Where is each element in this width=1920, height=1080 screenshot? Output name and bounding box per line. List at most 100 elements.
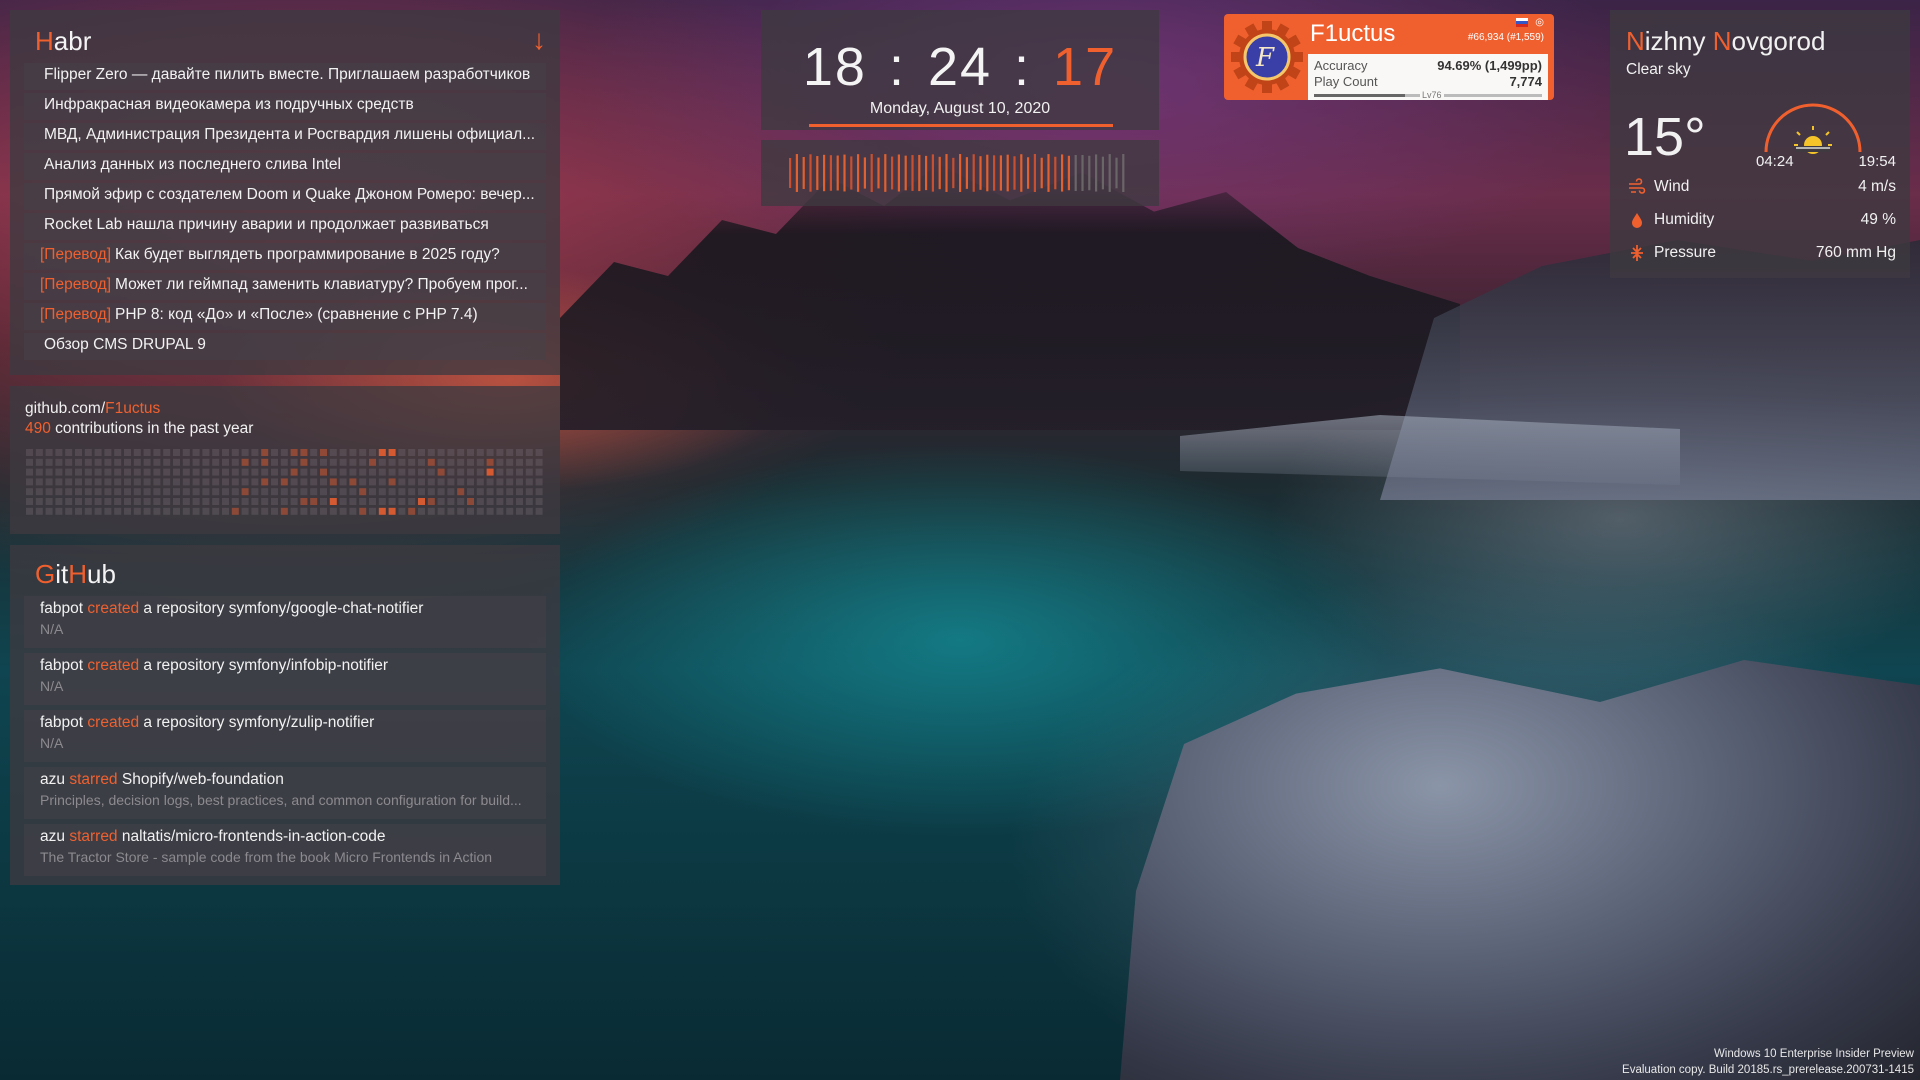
contribution-cell xyxy=(320,488,327,496)
contribution-cell xyxy=(408,498,416,505)
contribution-cell xyxy=(525,449,533,456)
feed-item[interactable]: fabpot created a repository symfony/goog… xyxy=(24,596,546,648)
clock-widget: 18:24:17 Monday, August 10, 2020 xyxy=(761,10,1159,130)
habr-article[interactable]: Rocket Lab нашла причину аварии и продол… xyxy=(24,213,546,240)
contribution-cell xyxy=(486,488,494,496)
contribution-cell xyxy=(212,498,220,505)
droplet-icon xyxy=(1632,213,1642,228)
feed-item[interactable]: fabpot created a repository symfony/zuli… xyxy=(24,710,546,762)
habr-article[interactable]: [Перевод] Может ли геймпад заменить клави… xyxy=(24,273,546,300)
contribution-cell xyxy=(26,468,33,476)
contribution-cell xyxy=(45,507,53,515)
contribution-cell xyxy=(124,478,131,486)
habr-article[interactable]: Анализ данных из последнего слива Intel xyxy=(24,153,546,180)
osu-profile-widget[interactable]: F F1uctus ◎ #66,934 (#1,559) Accuracy 94… xyxy=(1224,14,1554,100)
contribution-cell xyxy=(427,507,435,515)
habr-article[interactable]: Прямой эфир с создателем Doom и Quake Дж… xyxy=(24,183,546,210)
contribution-cell xyxy=(496,507,504,515)
contribution-cell xyxy=(192,507,200,515)
contribution-cell xyxy=(45,468,53,476)
visualizer-bar xyxy=(911,155,914,191)
contribution-cell xyxy=(447,488,455,496)
contribution-cell xyxy=(143,449,151,456)
contribution-cell xyxy=(437,488,445,496)
contribution-cell xyxy=(525,458,533,466)
github-title: GitHub xyxy=(35,559,116,589)
contribution-cell xyxy=(222,449,229,456)
visualizer-bar xyxy=(843,154,846,192)
contribution-cell xyxy=(55,498,63,505)
visualizer-bar xyxy=(1027,157,1030,189)
contribution-cell xyxy=(447,458,455,466)
contribution-cell xyxy=(114,468,122,476)
visualizer-bar xyxy=(836,155,839,191)
contribution-cell xyxy=(525,468,533,476)
visualizer-bar xyxy=(1061,154,1064,192)
contribution-cell xyxy=(104,468,112,476)
contribution-cell xyxy=(310,478,318,486)
contribution-cell xyxy=(65,498,73,505)
contribution-cell xyxy=(467,507,474,515)
contribution-cell xyxy=(222,507,229,515)
contribution-cell xyxy=(104,478,112,486)
contribution-cell xyxy=(231,458,239,466)
contribution-cell xyxy=(310,498,318,505)
github-profile-link[interactable]: github.com/F1uctus xyxy=(25,400,545,418)
contribution-cell xyxy=(339,468,347,476)
contribution-cell xyxy=(388,449,396,456)
habr-article[interactable]: Flipper Zero — давайте пилить вместе. Пр… xyxy=(24,63,546,90)
contribution-cell xyxy=(94,458,102,466)
visualizer-bar xyxy=(959,154,962,192)
weather-temperature: 15° xyxy=(1624,107,1706,167)
visualizer-bar xyxy=(870,154,873,192)
contribution-cell xyxy=(261,507,269,515)
feed-item[interactable]: azu starred naltatis/micro-frontends-in-… xyxy=(24,824,546,876)
contribution-cell xyxy=(84,468,92,476)
habr-article[interactable]: [Перевод] PHP 8: код «До» и «После» (срав… xyxy=(24,303,546,330)
contribution-cell xyxy=(290,478,298,486)
contribution-cell xyxy=(182,468,190,476)
contribution-cell xyxy=(114,498,122,505)
feed-item[interactable]: azu starred Shopify/web-foundation Princ… xyxy=(24,767,546,819)
contribution-cell xyxy=(104,458,112,466)
visualizer-bar xyxy=(918,154,921,192)
contribution-cell xyxy=(516,449,523,456)
contribution-cell xyxy=(202,507,210,515)
contribution-cell xyxy=(212,449,220,456)
contribution-cell xyxy=(133,498,141,505)
contribution-cell xyxy=(65,507,73,515)
habr-article[interactable]: МВД, Администрация Президента и Росгвард… xyxy=(24,123,546,150)
contribution-cell xyxy=(84,449,92,456)
feed-item[interactable]: fabpot created a repository symfony/info… xyxy=(24,653,546,705)
contribution-cell xyxy=(133,478,141,486)
contribution-cell xyxy=(506,507,514,515)
visualizer-bar xyxy=(1081,155,1084,191)
contribution-cell xyxy=(84,507,92,515)
habr-article[interactable]: [Перевод] Как будет выглядеть программиро… xyxy=(24,243,546,270)
contribution-cell xyxy=(251,498,259,505)
contribution-cell xyxy=(94,507,102,515)
habr-article[interactable]: Обзор CMS DRUPAL 9 xyxy=(24,333,546,360)
contribution-cell xyxy=(45,449,53,456)
visualizer-bar xyxy=(857,154,860,192)
contribution-cell xyxy=(251,458,259,466)
contribution-cell xyxy=(280,468,288,476)
contribution-cell xyxy=(525,498,533,505)
arrow-down-icon[interactable]: ↓ xyxy=(532,24,546,56)
visualizer-bar xyxy=(1067,155,1070,191)
visualizer-bar xyxy=(802,156,805,190)
weather-widget: Nizhny Novgorod Clear sky 15° 04:24 19:5… xyxy=(1610,10,1910,278)
osu-username: F1uctus xyxy=(1310,20,1396,47)
contribution-cell xyxy=(153,458,161,466)
contribution-cell xyxy=(75,478,82,486)
visualizer-bar xyxy=(816,156,819,190)
contribution-cell xyxy=(124,498,131,505)
contribution-cell xyxy=(212,488,220,496)
contribution-cell xyxy=(467,458,474,466)
visualizer-bar xyxy=(897,154,900,192)
contribution-cell xyxy=(75,498,82,505)
contribution-cell xyxy=(133,488,141,496)
contribution-cell xyxy=(486,507,494,515)
accuracy-label: Accuracy xyxy=(1314,58,1368,73)
habr-article[interactable]: Инфракрасная видеокамера из подручных ср… xyxy=(24,93,546,120)
